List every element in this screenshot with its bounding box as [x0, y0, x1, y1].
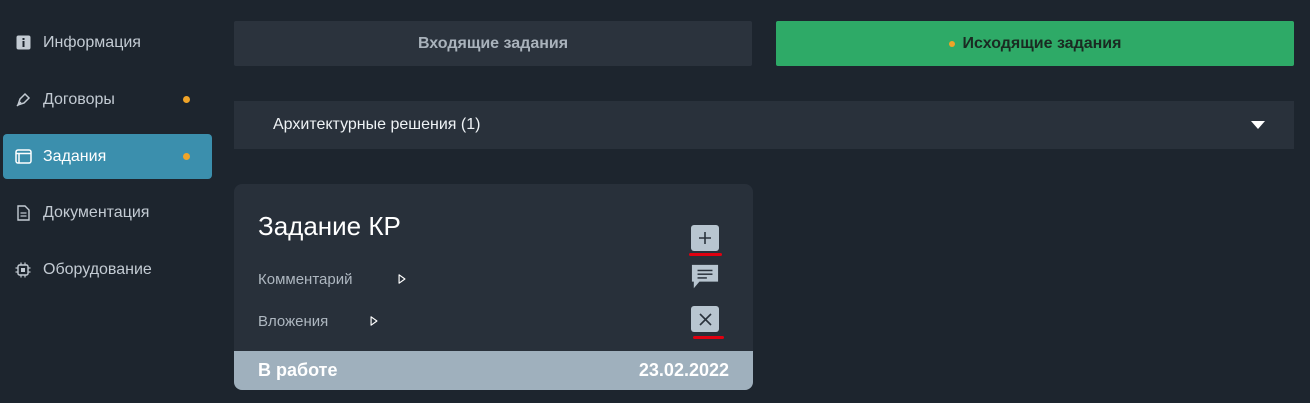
- red-underline-annotation: [689, 253, 722, 256]
- document-icon: [14, 204, 32, 222]
- comment-button[interactable]: [691, 264, 719, 290]
- sidebar-item-contracts[interactable]: Договоры: [3, 77, 212, 122]
- play-icon[interactable]: [370, 316, 378, 326]
- task-card: Задание КР Комментарий Вложения В работе…: [234, 184, 753, 390]
- task-date: 23.02.2022: [638, 360, 729, 380]
- chevron-down-icon[interactable]: [1251, 121, 1265, 129]
- sidebar-item-label: Оборудование: [43, 260, 152, 278]
- tab-label: Исходящие задания: [962, 34, 1122, 52]
- comment-toggle[interactable]: Комментарий: [258, 271, 352, 288]
- tab-label: Входящие задания: [417, 34, 569, 52]
- pen-icon: [14, 91, 32, 109]
- notification-dot: [183, 153, 190, 160]
- info-icon: [14, 34, 32, 52]
- accordion-architectural-solutions[interactable]: Архитектурные решения (1): [234, 101, 1294, 149]
- plus-icon: [699, 232, 711, 244]
- sidebar: Информация Договоры Задания Документация…: [0, 0, 216, 403]
- chip-icon: [14, 261, 32, 279]
- play-icon[interactable]: [398, 274, 406, 284]
- sidebar-item-tasks[interactable]: Задания: [3, 134, 212, 179]
- comment-label: Комментарий: [258, 271, 353, 288]
- close-icon: [698, 312, 712, 326]
- red-underline-annotation: [693, 336, 724, 339]
- window-icon: [14, 148, 32, 166]
- accordion-label: Архитектурные решения (1): [273, 116, 481, 133]
- notification-dot: [948, 40, 955, 47]
- sidebar-item-label: Информация: [43, 33, 141, 51]
- remove-button[interactable]: [691, 306, 719, 332]
- sidebar-item-label: Задания: [43, 147, 107, 165]
- card-footer: В работе 23.02.2022: [234, 351, 753, 390]
- status-badge: В работе: [258, 360, 338, 380]
- attachments-label: Вложения: [258, 313, 329, 330]
- tab-outgoing-tasks[interactable]: Исходящие задания: [776, 21, 1294, 66]
- attachments-toggle[interactable]: Вложения: [258, 313, 328, 330]
- notification-dot: [183, 96, 190, 103]
- sidebar-item-information[interactable]: Информация: [3, 20, 212, 65]
- add-button[interactable]: [691, 225, 719, 251]
- sidebar-item-equipment[interactable]: Оборудование: [3, 247, 212, 292]
- comment-icon: [691, 264, 719, 289]
- sidebar-item-label: Документация: [43, 203, 150, 221]
- sidebar-item-label: Договоры: [43, 90, 115, 108]
- tab-incoming-tasks[interactable]: Входящие задания: [234, 21, 752, 66]
- task-title: Задание КР: [258, 211, 401, 241]
- sidebar-item-documentation[interactable]: Документация: [3, 190, 212, 235]
